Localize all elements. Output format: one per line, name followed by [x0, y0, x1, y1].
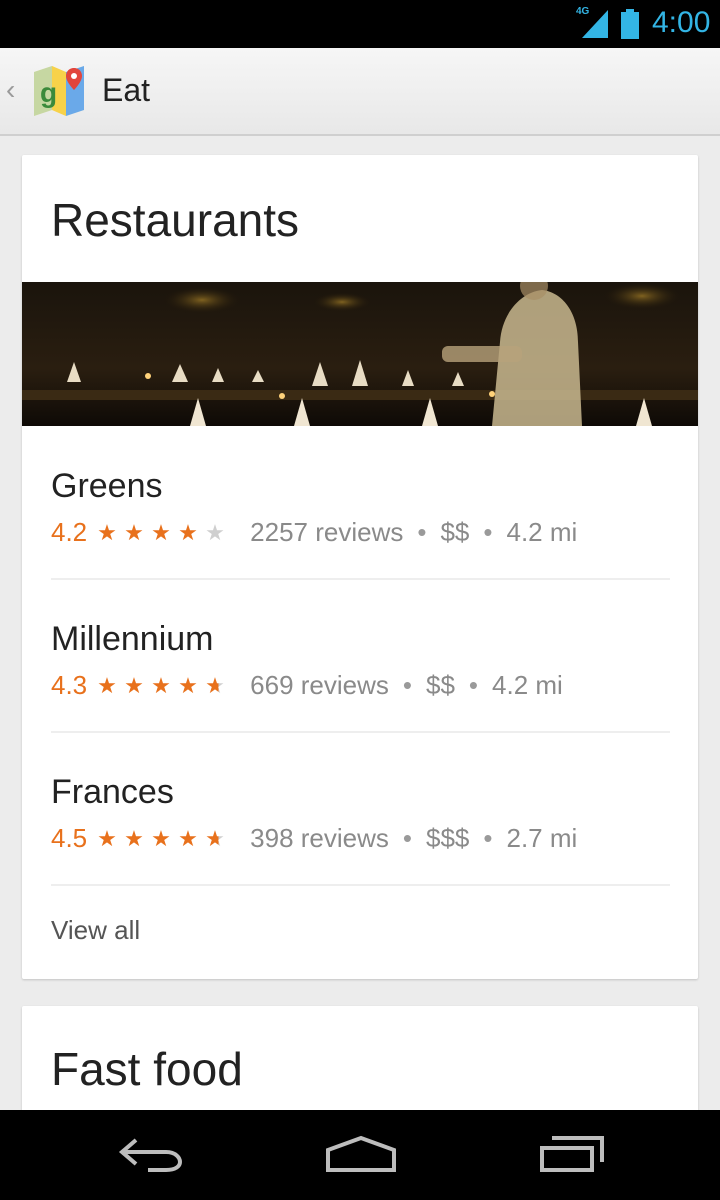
star-icon: ★: [178, 825, 198, 851]
view-all-link[interactable]: View all: [51, 915, 140, 946]
star-icon: ★: [151, 825, 171, 851]
divider: [51, 578, 670, 580]
divider: [51, 731, 670, 733]
star-icon: ★: [151, 519, 171, 545]
star-rating: ★ ★ ★ ★ ★: [97, 520, 232, 546]
distance: 4.2 mi: [506, 517, 578, 547]
system-nav-bar: [0, 1110, 720, 1200]
status-clock: 4:00: [652, 6, 711, 39]
fast-food-card[interactable]: Fast food: [22, 1006, 698, 1110]
restaurant-meta: 4.5 ★ ★ ★ ★ ★ 398 reviews • $$$ • 2.7 mi: [51, 823, 577, 854]
page-title: Eat: [102, 72, 151, 108]
star-empty-icon: ★: [205, 519, 225, 545]
signal-icon: [582, 10, 608, 38]
restaurant-item[interactable]: Millennium 4.3 ★ ★ ★ ★ ★ 669 reviews • $…: [51, 598, 670, 750]
back-arrow-icon[interactable]: [118, 1134, 184, 1174]
restaurant-name: Millennium: [51, 620, 214, 658]
restaurant-name: Greens: [51, 467, 163, 505]
battery-icon: [621, 9, 639, 39]
google-maps-icon: g: [34, 66, 84, 116]
rating-value: 4.3: [51, 670, 88, 700]
restaurant-meta: 4.2 ★ ★ ★ ★ ★ 2257 reviews • $$ • 4.2 mi: [51, 517, 577, 548]
star-icon: ★: [178, 519, 198, 545]
content-scroll[interactable]: Restaurants Greens 4.2 ★ ★ ★ ★ ★ 2257 re…: [0, 138, 720, 1110]
restaurant-hero-image: [22, 282, 698, 426]
up-navigation[interactable]: ‹ g: [0, 48, 90, 136]
restaurant-item[interactable]: Greens 4.2 ★ ★ ★ ★ ★ 2257 reviews • $$ •…: [51, 445, 670, 597]
distance: 2.7 mi: [506, 823, 578, 853]
section-title: Fast food: [51, 1043, 243, 1095]
star-icon: ★: [124, 672, 144, 698]
status-bar: 4G 4:00: [0, 0, 720, 48]
separator-dot: •: [402, 670, 412, 700]
star-icon: ★: [97, 519, 117, 545]
chevron-left-icon: ‹: [6, 74, 16, 105]
star-icon: ★: [151, 672, 171, 698]
star-half-icon: ★: [205, 826, 232, 852]
separator-dot: •: [483, 517, 493, 547]
star-half-icon: ★: [205, 673, 232, 699]
review-count: 398 reviews: [250, 823, 389, 853]
recent-apps-icon[interactable]: [538, 1134, 606, 1174]
price-level: $$$: [426, 823, 470, 853]
price-level: $$: [440, 517, 470, 547]
review-count: 669 reviews: [250, 670, 389, 700]
star-icon: ★: [97, 672, 117, 698]
review-count: 2257 reviews: [250, 517, 404, 547]
rating-value: 4.5: [51, 823, 88, 853]
star-rating: ★ ★ ★ ★ ★: [97, 826, 232, 852]
restaurant-meta: 4.3 ★ ★ ★ ★ ★ 669 reviews • $$ • 4.2 mi: [51, 670, 563, 701]
star-icon: ★: [178, 672, 198, 698]
star-icon: ★: [97, 825, 117, 851]
svg-text:g: g: [40, 77, 57, 108]
distance: 4.2 mi: [492, 670, 563, 700]
restaurant-item[interactable]: Frances 4.5 ★ ★ ★ ★ ★ 398 reviews • $$$ …: [51, 751, 670, 903]
price-level: $$: [426, 670, 455, 700]
home-icon[interactable]: [324, 1134, 398, 1174]
separator-dot: •: [468, 670, 479, 700]
separator-dot: •: [417, 517, 427, 547]
restaurants-card: Restaurants Greens 4.2 ★ ★ ★ ★ ★ 2257 re…: [22, 155, 698, 979]
rating-value: 4.2: [51, 517, 88, 547]
divider: [51, 884, 670, 886]
separator-dot: •: [402, 823, 412, 853]
restaurant-name: Frances: [51, 773, 174, 811]
separator-dot: •: [483, 823, 493, 853]
star-rating: ★ ★ ★ ★ ★: [97, 673, 232, 699]
star-icon: ★: [124, 825, 144, 851]
action-bar: ‹ g Eat: [0, 48, 720, 136]
star-icon: ★: [124, 519, 144, 545]
section-title: Restaurants: [51, 194, 300, 246]
